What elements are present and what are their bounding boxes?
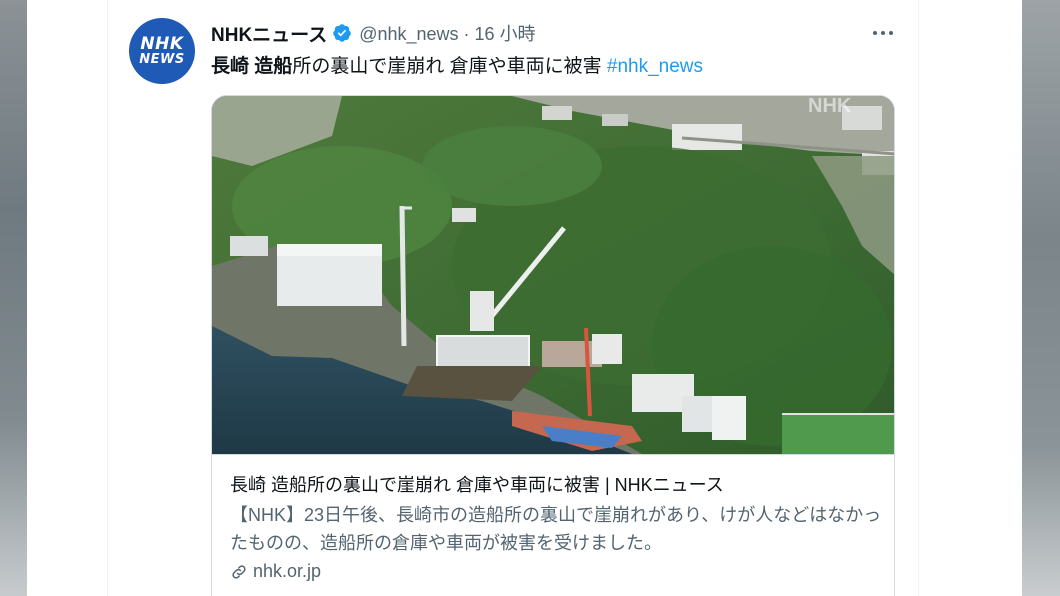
background-blur-left — [0, 0, 27, 596]
link-icon — [232, 564, 246, 579]
card-description: 【NHK】23日午後、長崎市の造船所の裏山で崖崩れがあり、けが人などはなかったも… — [230, 505, 882, 553]
tweet-text: 長崎 造船所の裏山で崖崩れ 倉庫や車両に被害 #nhk_news — [211, 55, 703, 79]
avatar-line1: NHK — [140, 33, 184, 54]
handle-and-time[interactable]: @nhk_news · 16 小時 — [359, 20, 535, 46]
column-border-right — [918, 0, 919, 596]
hashtag-link[interactable]: #nhk_news — [607, 56, 703, 77]
card-domain: nhk.or.jp — [253, 561, 322, 581]
avatar-line2: NEWS — [139, 51, 185, 67]
column-border-left — [107, 0, 108, 596]
card-image: NHK — [212, 96, 894, 454]
screen: NHK NEWS NHKニュース @nhk_news · 16 小時 長崎 造船… — [0, 0, 1060, 596]
tweet-header: NHKニュース @nhk_news · 16 小時 — [211, 20, 536, 47]
shipyard-photo: NHK — [212, 96, 894, 454]
text-bold-1[interactable]: 長崎 — [211, 56, 249, 77]
avatar[interactable]: NHK NEWS — [129, 18, 195, 84]
image-watermark: NHK — [808, 96, 852, 117]
background-blur-right — [1022, 0, 1060, 596]
verified-badge-icon — [333, 24, 351, 42]
text-plain: 所の裏山で崖崩れ 倉庫や車両に被害 — [292, 56, 607, 77]
more-horizontal-icon[interactable] — [871, 22, 895, 44]
link-card[interactable]: NHK 長崎 造船所の裏山で崖崩れ 倉庫や車両に被害 | NHKニュース 【NH… — [211, 95, 895, 596]
text-bold-2[interactable]: 造船 — [254, 56, 292, 77]
card-body: 長崎 造船所の裏山で崖崩れ 倉庫や車両に被害 | NHKニュース 【NHK】23… — [212, 454, 894, 581]
card-title[interactable]: 長崎 造船所の裏山で崖崩れ 倉庫や車両に被害 | NHKニュース — [230, 471, 724, 497]
author-name[interactable]: NHKニュース — [211, 20, 327, 47]
card-link[interactable]: nhk.or.jp — [230, 561, 321, 582]
